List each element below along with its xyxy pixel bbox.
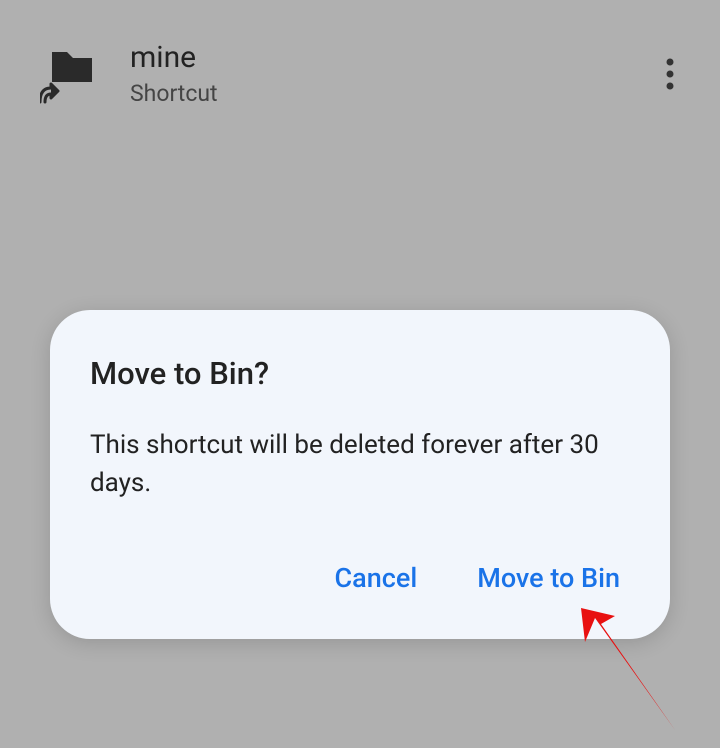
- item-title: mine: [130, 40, 650, 75]
- dialog-actions: Cancel Move to Bin: [90, 557, 630, 599]
- move-to-bin-button[interactable]: Move to Bin: [477, 557, 620, 599]
- move-to-bin-dialog: Move to Bin? This shortcut will be delet…: [50, 310, 670, 639]
- cancel-button[interactable]: Cancel: [335, 557, 418, 599]
- dialog-title: Move to Bin?: [90, 355, 630, 392]
- item-header-row: mine Shortcut: [0, 0, 720, 107]
- more-vertical-icon: [666, 58, 674, 90]
- more-options-button[interactable]: [650, 54, 690, 94]
- item-subtitle: Shortcut: [130, 80, 650, 107]
- dialog-body: This shortcut will be deleted forever af…: [90, 427, 630, 502]
- folder-shortcut-icon: [40, 44, 100, 104]
- item-info: mine Shortcut: [130, 40, 650, 107]
